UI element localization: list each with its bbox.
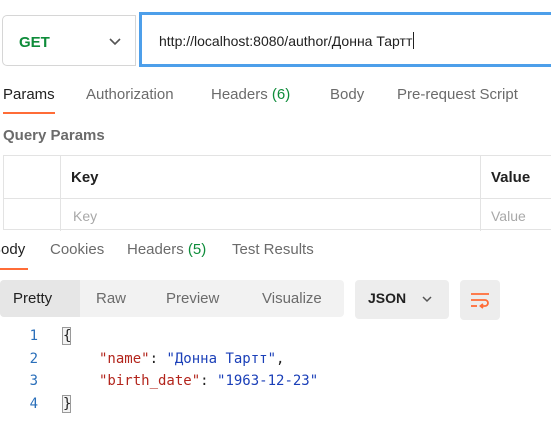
- response-tab-body[interactable]: Body: [0, 241, 25, 258]
- format-raw[interactable]: Raw: [96, 290, 126, 307]
- response-headers-count: (5): [187, 241, 207, 258]
- url-input[interactable]: http://localhost:8080/author/Донна Тартт: [139, 12, 551, 67]
- json-close-brace: }: [63, 396, 72, 412]
- response-tab-test-results[interactable]: Test Results: [232, 241, 314, 258]
- line-number: 3: [29, 373, 38, 389]
- param-key-input[interactable]: Key: [73, 208, 97, 224]
- tab-headers[interactable]: Headers (6): [211, 86, 290, 103]
- json-line: "birth_date": "1963-12-23": [99, 373, 318, 389]
- response-tab-headers-label: Headers: [127, 241, 184, 258]
- json-line: "name": "Донна Тартт",: [99, 351, 284, 367]
- url-value: http://localhost:8080/author/Донна Тартт: [159, 33, 413, 49]
- format-visualize[interactable]: Visualize: [262, 290, 322, 307]
- column-header-value: Value: [491, 169, 531, 186]
- json-key: "birth_date": [99, 373, 201, 389]
- query-params-title: Query Params: [3, 127, 105, 144]
- response-tab-cookies[interactable]: Cookies: [50, 241, 104, 258]
- json-open-brace: {: [63, 328, 72, 344]
- tab-authorization[interactable]: Authorization: [86, 86, 174, 103]
- line-number: 1: [29, 328, 38, 344]
- method-label: GET: [19, 34, 50, 51]
- headers-count: (6): [271, 86, 291, 103]
- line-number: 2: [29, 351, 38, 367]
- method-select[interactable]: GET: [2, 15, 136, 66]
- json-key: "name": [99, 351, 150, 367]
- table-column-divider: [480, 156, 481, 231]
- json-value: "Донна Тартт": [166, 351, 277, 367]
- query-params-table: Key Value Key Value: [3, 155, 551, 231]
- json-value: "1963-12-23": [217, 373, 319, 389]
- chevron-down-icon: [422, 296, 432, 303]
- json-colon: :: [149, 351, 167, 367]
- tab-params[interactable]: Params: [3, 86, 55, 103]
- response-format-label: JSON: [368, 290, 407, 306]
- active-tab-indicator: [3, 112, 55, 114]
- tab-body[interactable]: Body: [330, 86, 364, 103]
- tab-headers-label: Headers: [211, 86, 268, 103]
- wrap-lines-icon: [471, 293, 489, 309]
- text-caret: [413, 32, 415, 49]
- line-number: 4: [29, 396, 38, 412]
- chevron-down-icon: [109, 38, 121, 46]
- param-value-input[interactable]: Value: [491, 208, 526, 224]
- format-pretty[interactable]: Pretty: [13, 290, 52, 307]
- column-header-key: Key: [71, 169, 99, 186]
- json-comma: ,: [276, 351, 285, 367]
- response-tab-headers[interactable]: Headers (5): [127, 241, 206, 258]
- response-active-tab-indicator: [0, 268, 28, 270]
- json-colon: :: [200, 373, 218, 389]
- table-divider: [4, 198, 551, 199]
- table-column-divider: [60, 156, 61, 231]
- format-preview[interactable]: Preview: [166, 290, 219, 307]
- tab-pre-request-script[interactable]: Pre-request Script: [397, 86, 518, 103]
